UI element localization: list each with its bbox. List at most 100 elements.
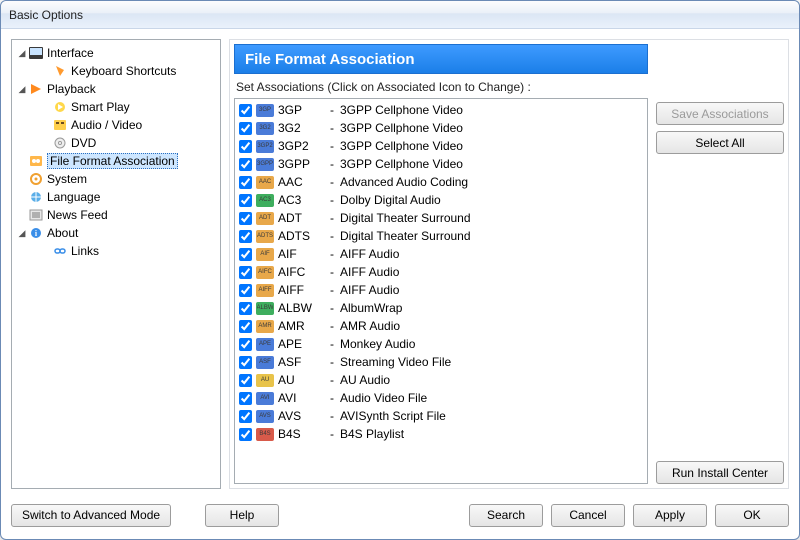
format-row: ADTADT-Digital Theater Surround xyxy=(235,209,647,227)
cancel-button[interactable]: Cancel xyxy=(551,504,625,527)
titlebar[interactable]: Basic Options xyxy=(1,1,799,29)
format-icon[interactable]: AIF xyxy=(256,248,274,261)
format-desc: 3GPP Cellphone Video xyxy=(340,157,463,171)
format-checkbox[interactable] xyxy=(239,140,252,153)
format-icon[interactable]: 3GPP xyxy=(256,158,274,171)
format-row: 3GPP3GPP-3GPP Cellphone Video xyxy=(235,155,647,173)
file-assoc-icon xyxy=(28,154,44,168)
format-checkbox[interactable] xyxy=(239,302,252,315)
format-checkbox[interactable] xyxy=(239,374,252,387)
format-ext: APE xyxy=(278,337,326,351)
tree-item-system[interactable]: System xyxy=(14,170,218,188)
dash: - xyxy=(330,409,334,423)
tree-item-dvd[interactable]: DVD xyxy=(14,134,218,152)
section-title: File Format Association xyxy=(245,51,414,68)
tree-item-language[interactable]: Language xyxy=(14,188,218,206)
tree-item-links[interactable]: Links xyxy=(14,242,218,260)
help-button[interactable]: Help xyxy=(205,504,279,527)
tree-item-about[interactable]: ◢iAbout xyxy=(14,224,218,242)
format-desc: Digital Theater Surround xyxy=(340,229,471,243)
expand-arrow-icon[interactable]: ◢ xyxy=(16,84,28,95)
dash: - xyxy=(330,319,334,333)
format-icon[interactable]: APE xyxy=(256,338,274,351)
section-header: File Format Association xyxy=(234,44,648,74)
format-checkbox[interactable] xyxy=(239,104,252,117)
format-row: 3G23G2-3GPP Cellphone Video xyxy=(235,119,647,137)
format-checkbox[interactable] xyxy=(239,248,252,261)
format-row: AUAU-AU Audio xyxy=(235,371,647,389)
expand-arrow-icon[interactable]: ◢ xyxy=(16,228,28,239)
search-button[interactable]: Search xyxy=(469,504,543,527)
tree-item-label: File Format Association xyxy=(47,153,178,169)
format-icon[interactable]: 3GP xyxy=(256,104,274,117)
format-checkbox[interactable] xyxy=(239,284,252,297)
expand-arrow-icon[interactable]: ◢ xyxy=(16,48,28,59)
tree-item-playback[interactable]: ◢Playback xyxy=(14,80,218,98)
format-icon[interactable]: AVI xyxy=(256,392,274,405)
format-icon[interactable]: ADTS xyxy=(256,230,274,243)
dash: - xyxy=(330,193,334,207)
format-icon[interactable]: B4S xyxy=(256,428,274,441)
tree-item-label: System xyxy=(47,172,87,186)
tree-item-interface[interactable]: ◢Interface xyxy=(14,44,218,62)
format-icon[interactable]: AMR xyxy=(256,320,274,333)
format-checkbox[interactable] xyxy=(239,230,252,243)
format-icon[interactable]: AIFC xyxy=(256,266,274,279)
format-checkbox[interactable] xyxy=(239,176,252,189)
format-checkbox[interactable] xyxy=(239,356,252,369)
format-icon[interactable]: AAC xyxy=(256,176,274,189)
run-install-center-button[interactable]: Run Install Center xyxy=(656,461,784,484)
format-row: AACAAC-Advanced Audio Coding xyxy=(235,173,647,191)
format-checkbox[interactable] xyxy=(239,392,252,405)
format-checkbox[interactable] xyxy=(239,158,252,171)
format-checkbox[interactable] xyxy=(239,338,252,351)
format-icon[interactable]: AC3 xyxy=(256,194,274,207)
association-area: File Format Association Set Associations… xyxy=(234,44,648,484)
format-checkbox[interactable] xyxy=(239,194,252,207)
nav-tree[interactable]: ◢InterfaceKeyboard Shortcuts◢PlaybackSma… xyxy=(11,39,221,489)
tree-item-smart-play[interactable]: Smart Play xyxy=(14,98,218,116)
format-list[interactable]: 3GP3GP-3GPP Cellphone Video3G23G2-3GPP C… xyxy=(235,99,647,483)
format-ext: AIFF xyxy=(278,283,326,297)
switch-mode-button[interactable]: Switch to Advanced Mode xyxy=(11,504,171,527)
format-icon[interactable]: AU xyxy=(256,374,274,387)
apply-button[interactable]: Apply xyxy=(633,504,707,527)
dash: - xyxy=(330,121,334,135)
select-all-button[interactable]: Select All xyxy=(656,131,784,154)
format-checkbox[interactable] xyxy=(239,266,252,279)
tree-item-label: About xyxy=(47,226,78,240)
about-icon: i xyxy=(28,226,44,240)
format-row: AIFFAIFF-AIFF Audio xyxy=(235,281,647,299)
format-ext: ALBW xyxy=(278,301,326,315)
save-associations-button[interactable]: Save Associations xyxy=(656,102,784,125)
tree-item-file-format-association[interactable]: File Format Association xyxy=(14,152,218,170)
format-icon[interactable]: ADT xyxy=(256,212,274,225)
dash: - xyxy=(330,211,334,225)
ok-button[interactable]: OK xyxy=(715,504,789,527)
language-icon xyxy=(28,190,44,204)
dash: - xyxy=(330,373,334,387)
system-icon xyxy=(28,172,44,186)
spacer xyxy=(656,160,784,455)
format-checkbox[interactable] xyxy=(239,320,252,333)
format-icon[interactable]: 3GP2 xyxy=(256,140,274,153)
format-ext: AIF xyxy=(278,247,326,261)
format-icon[interactable]: ASF xyxy=(256,356,274,369)
tree-item-news-feed[interactable]: News Feed xyxy=(14,206,218,224)
format-checkbox[interactable] xyxy=(239,212,252,225)
format-checkbox[interactable] xyxy=(239,122,252,135)
format-icon[interactable]: AVS xyxy=(256,410,274,423)
format-row: 3GP23GP2-3GPP Cellphone Video xyxy=(235,137,647,155)
format-desc: B4S Playlist xyxy=(340,427,404,441)
dash: - xyxy=(330,175,334,189)
format-checkbox[interactable] xyxy=(239,428,252,441)
tree-item-keyboard-shortcuts[interactable]: Keyboard Shortcuts xyxy=(14,62,218,80)
format-icon[interactable]: 3G2 xyxy=(256,122,274,135)
links-icon xyxy=(52,244,68,258)
tree-item-audio-video[interactable]: Audio / Video xyxy=(14,116,218,134)
dash: - xyxy=(330,427,334,441)
format-checkbox[interactable] xyxy=(239,410,252,423)
format-desc: AlbumWrap xyxy=(340,301,402,315)
format-icon[interactable]: AIFF xyxy=(256,284,274,297)
format-icon[interactable]: ALBW xyxy=(256,302,274,315)
